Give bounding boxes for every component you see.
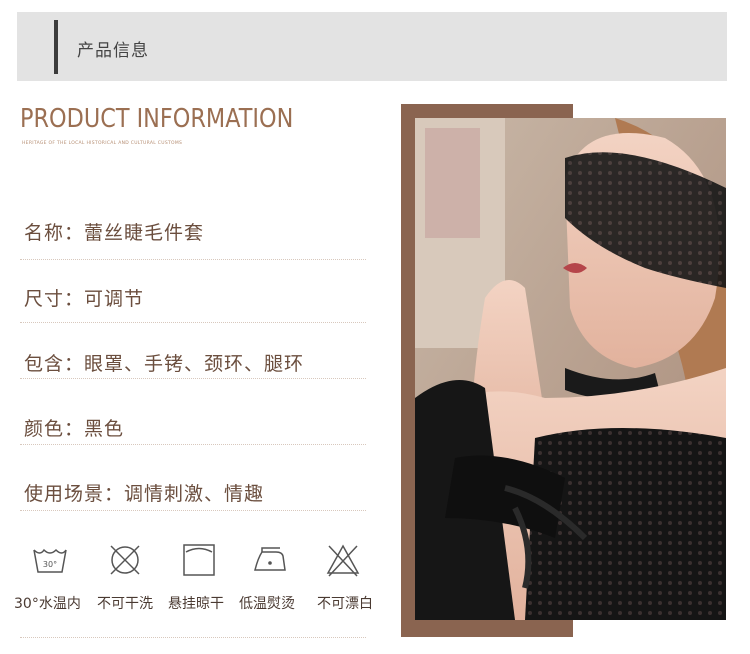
english-subtitle: HERITAGE OF THE LOCAL HISTORICAL AND CUL… (22, 141, 183, 146)
divider (20, 322, 366, 323)
divider (20, 637, 366, 638)
product-photo (415, 118, 726, 620)
divider (20, 444, 366, 445)
care-label-iron: 低温熨烫 (239, 596, 295, 612)
section-title: 产品信息 (77, 41, 149, 61)
spec-color: 颜色：黑色 (24, 418, 125, 440)
wash-temp-badge: 30° (43, 560, 57, 569)
care-label-wash: 30°水温内 (14, 596, 81, 612)
divider (20, 378, 366, 379)
header-accent-bar (54, 20, 58, 74)
no-bleach-icon (326, 544, 360, 577)
spec-usage: 使用场景：调情刺激、情趣 (24, 483, 265, 505)
spec-contents: 包含：眼罩、手铐、颈环、腿环 (24, 353, 305, 375)
english-title: PRODUCT INFORMATION (20, 104, 294, 134)
care-label-dry-clean: 不可干洗 (97, 596, 153, 612)
low-iron-icon (254, 547, 286, 571)
hang-dry-icon (183, 544, 215, 576)
wash-30-icon: 30° (33, 548, 67, 573)
care-label-hang-dry: 悬挂晾干 (168, 596, 224, 612)
no-dry-clean-icon (110, 545, 140, 575)
divider (20, 510, 366, 511)
divider (20, 259, 366, 260)
care-label-bleach: 不可漂白 (317, 596, 373, 612)
spec-size: 尺寸：可调节 (24, 288, 145, 310)
spec-name: 名称：蕾丝睫毛件套 (24, 222, 205, 244)
section-header: 产品信息 (17, 12, 727, 81)
